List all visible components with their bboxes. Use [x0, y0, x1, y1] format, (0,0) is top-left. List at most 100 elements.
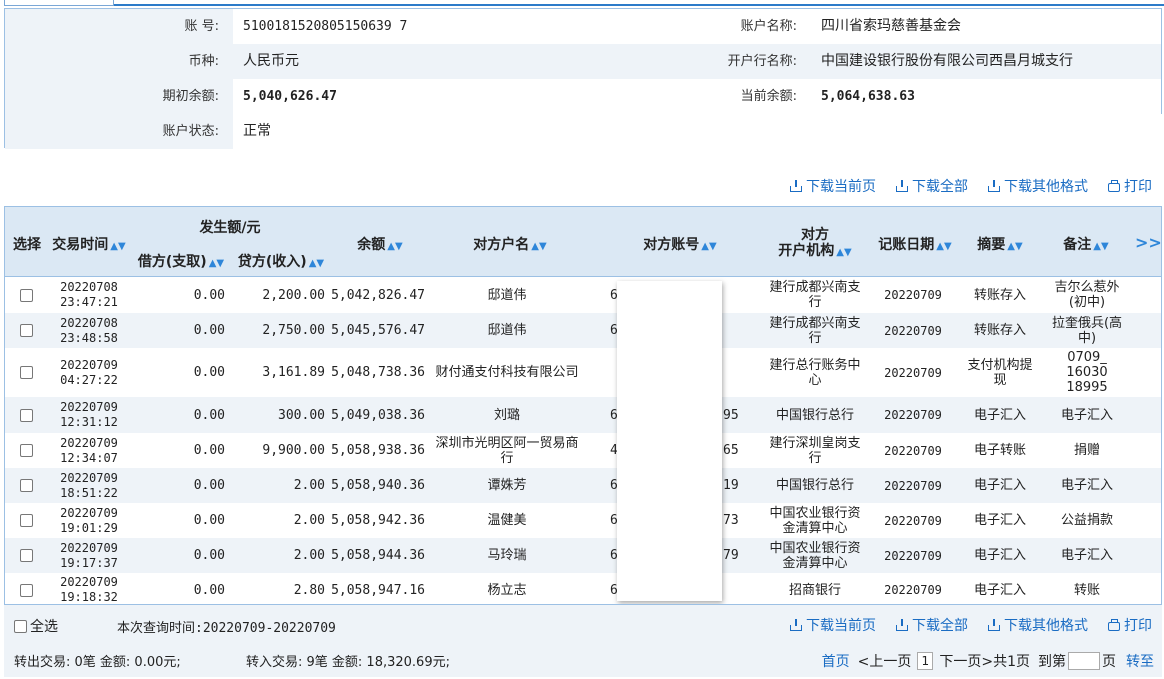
more-columns-icon[interactable]: >> [1135, 233, 1162, 252]
row-post-date: 20220709 [884, 583, 942, 597]
row-counterparty-bank: 建行成都兴南支行 [769, 315, 861, 346]
download-page-link[interactable]: 下载当前页 [790, 176, 876, 196]
row-credit: 300.00 [278, 407, 325, 423]
header-balance[interactable]: 余额 ▲▼ [345, 234, 415, 254]
row-counterparty-account-end: 73 [723, 513, 739, 528]
download-other-format-link[interactable]: 下载其他格式 [988, 176, 1088, 196]
header-credit[interactable]: 贷方(收入) ▲▼ [235, 251, 327, 271]
row-checkbox[interactable] [19, 408, 33, 422]
prev-page-link[interactable]: <上一页 [858, 651, 912, 671]
active-tab-edge[interactable] [4, 0, 114, 6]
row-counterparty-bank: 中国银行总行 [775, 478, 854, 493]
row-counterparty-name: 深圳市光明区阿一贸易商行 [435, 435, 579, 466]
row-counterparty-name: 邸道伟 [487, 323, 527, 338]
row-checkbox[interactable] [19, 366, 33, 379]
row-credit: 2.80 [293, 582, 325, 598]
header-debit[interactable]: 借方(支取) ▲▼ [135, 251, 227, 271]
sort-icon: ▲▼ [1093, 241, 1109, 252]
row-summary: 电子转账 [973, 443, 1026, 458]
row-counterparty-account-end: 79 [723, 548, 739, 563]
currency-label: 币种: [188, 54, 219, 69]
row-post-date: 20220709 [884, 478, 942, 493]
row-checkbox[interactable] [19, 479, 33, 492]
header-summary[interactable]: 摘要 ▲▼ [975, 234, 1025, 254]
row-credit: 2,750.00 [262, 323, 325, 338]
row-date: 20220709 [60, 400, 118, 414]
current-balance: 5,064,638.63 [821, 89, 915, 104]
row-checkbox[interactable] [19, 583, 33, 597]
row-debit: 0.00 [193, 443, 225, 458]
row-checkbox[interactable] [19, 288, 33, 302]
header-time[interactable]: 交易时间 ▲▼ [51, 234, 127, 254]
header-counterparty-bank[interactable]: 对方 开户机构 ▲▼ [765, 227, 865, 261]
row-remark: 公益捐款 [1060, 513, 1113, 528]
download-icon [988, 619, 1000, 631]
sort-icon: ▲▼ [836, 247, 852, 258]
account-number: 5100181520805150639 7 [243, 19, 408, 34]
row-counterparty-bank: 中国农业银行资金清算中心 [769, 540, 861, 571]
row-counterparty-name: 马玲瑞 [487, 548, 527, 563]
row-remark: 吉尔么惹外(初中) [1054, 280, 1120, 310]
row-checkbox[interactable] [19, 444, 33, 457]
download-icon [790, 180, 802, 192]
row-time: 12:31:12 [60, 415, 118, 429]
row-checkbox[interactable] [19, 549, 33, 562]
row-summary: 电子汇入 [973, 478, 1026, 493]
goto-button[interactable]: 转至 [1126, 651, 1154, 671]
table-row: 20220709 12:31:12 0.00 300.00 5,049,038.36 刘璐… [5, 397, 1161, 433]
header-select: 选择 [13, 237, 41, 253]
header-counterparty-name[interactable]: 对方户名 ▲▼ [455, 234, 565, 254]
current-page[interactable]: 1 [917, 652, 934, 670]
row-remark: 电子汇入 [1060, 548, 1113, 563]
row-checkbox[interactable] [19, 324, 33, 337]
print-link[interactable]: 打印 [1108, 176, 1152, 196]
next-page-link[interactable]: 下一页> [939, 651, 993, 671]
header-remark[interactable]: 备注 ▲▼ [1061, 234, 1111, 254]
row-date: 20220708 [60, 280, 118, 294]
row-counterparty-bank: 建行总行账务中心 [769, 357, 861, 388]
header-counterparty-account[interactable]: 对方账号 ▲▼ [625, 234, 735, 254]
row-post-date: 20220709 [884, 548, 942, 563]
goto-page-input[interactable] [1068, 652, 1100, 670]
row-post-date: 20220709 [884, 513, 942, 528]
row-time: 19:17:37 [60, 555, 118, 570]
row-balance: 5,058,944.36 [331, 548, 425, 563]
download-page-link[interactable]: 下载当前页 [790, 615, 876, 635]
header-post-date[interactable]: 记账日期 ▲▼ [877, 234, 953, 254]
row-debit: 0.00 [193, 287, 225, 303]
account-row-2: 币种: 人民币元 开户行名称: 中国建设银行股份有限公司西昌月城支行 [5, 44, 1161, 79]
tab-underline [114, 4, 1164, 6]
row-credit: 2.00 [293, 548, 325, 563]
row-debit: 0.00 [193, 513, 225, 528]
row-summary: 电子汇入 [973, 582, 1026, 598]
download-all-link[interactable]: 下载全部 [896, 176, 968, 196]
total-pages: 共1页 [993, 654, 1030, 670]
download-all-link[interactable]: 下载全部 [896, 615, 968, 635]
outgoing-summary: 转出交易: 0笔 金额: 0.00元; [14, 655, 181, 670]
row-time: 12:34:07 [60, 450, 118, 465]
row-credit: 3,161.89 [262, 365, 325, 380]
top-actions: 下载当前页 下载全部 下载其他格式 打印 [0, 176, 1164, 196]
row-debit: 0.00 [193, 478, 225, 493]
sort-icon: ▲▼ [308, 258, 325, 269]
table-row: 20220709 04:27:22 0.00 3,161.89 5,048,738.36… [5, 348, 1161, 397]
row-checkbox[interactable] [19, 514, 33, 527]
sort-icon: ▲▼ [531, 241, 547, 252]
sort-icon: ▲▼ [208, 258, 225, 269]
table-row: 20220709 12:34:07 0.00 9,900.00 5,058,938.36… [5, 433, 1161, 468]
print-link[interactable]: 打印 [1108, 615, 1152, 635]
account-row-4: 账户状态: 正常 [5, 114, 1163, 149]
row-counterparty-bank: 招商银行 [788, 582, 841, 598]
row-date: 20220709 [60, 435, 118, 450]
download-other-format-link[interactable]: 下载其他格式 [988, 615, 1088, 635]
row-date: 20220709 [60, 540, 118, 555]
row-remark: 拉奎俄兵(高中) [1051, 315, 1123, 346]
first-page-link[interactable]: 首页 [822, 651, 850, 671]
account-number-label: 账 号: [184, 19, 219, 34]
bank-label: 开户行名称: [727, 54, 797, 69]
row-post-date: 20220709 [884, 408, 942, 422]
account-name: 四川省索玛慈善基金会 [821, 18, 961, 34]
opening-balance: 5,040,626.47 [243, 89, 337, 104]
row-time: 18:51:22 [60, 485, 118, 500]
sort-icon: ▲▼ [110, 241, 126, 252]
